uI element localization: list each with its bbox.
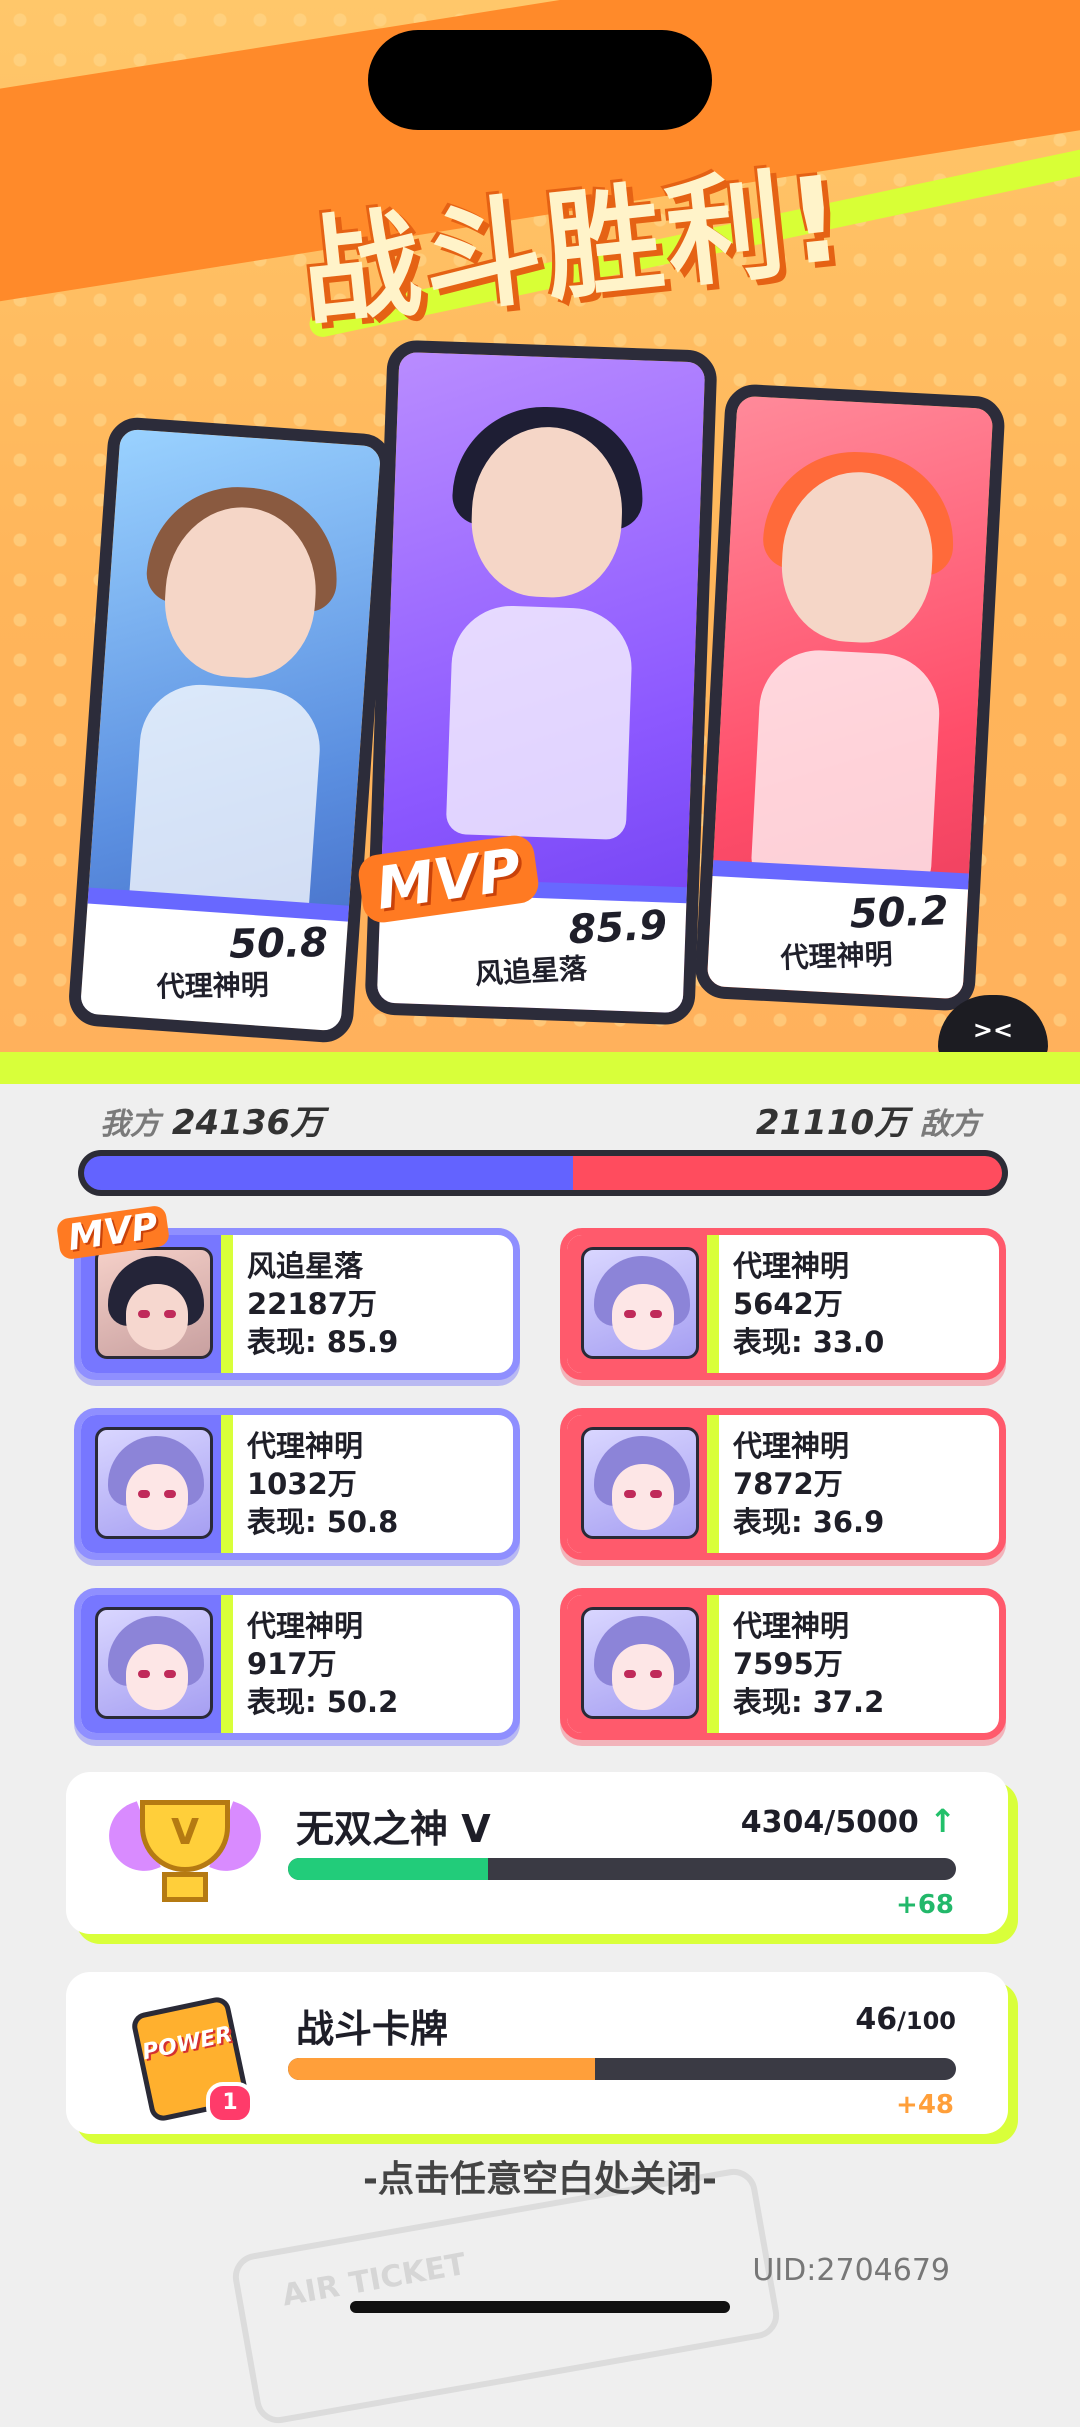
avatar xyxy=(95,1247,213,1359)
player-damage: 917万 xyxy=(247,1647,337,1681)
our-team-label: 我方 xyxy=(100,1107,160,1142)
avatar xyxy=(581,1247,699,1359)
ticket-watermark: AIR TICKET xyxy=(229,2165,783,2427)
our-team-total: 24136万 xyxy=(171,1103,325,1143)
card-icon-text: POWER xyxy=(140,2022,235,2066)
home-indicator[interactable] xyxy=(350,2301,730,2313)
our-score-fill xyxy=(84,1156,574,1190)
card-progress-current: 46 xyxy=(855,2002,898,2037)
card-increase: +48 xyxy=(896,2090,954,2120)
rank-progress-track xyxy=(288,1858,956,1880)
player-performance: 表现: 85.9 xyxy=(247,1325,399,1359)
player-card-ours[interactable]: 代理神明 917万 表现: 50.2 xyxy=(74,1588,520,1740)
player-name: 代理神明 xyxy=(733,1429,850,1463)
player-name: 代理神明 xyxy=(733,1249,850,1283)
rank-progress-panel[interactable]: V 无双之神 V 4304/5000 ↑ +68 xyxy=(66,1772,1008,1934)
hero-body xyxy=(127,680,324,923)
avatar xyxy=(95,1607,213,1719)
battle-card-panel[interactable]: POWER 1 战斗卡牌 46/100 +48 xyxy=(66,1972,1008,2134)
card-title: 战斗卡牌 xyxy=(296,2007,449,2051)
hero-card-center[interactable]: 85.9 风追星落 xyxy=(364,339,718,1026)
player-performance: 表现: 33.0 xyxy=(733,1325,885,1359)
victory-banner: 战斗胜利! 50.8 代理神明 85.9 风追星落 50.2 代理神明 MVP … xyxy=(0,0,1080,1065)
rank-increase: +68 xyxy=(896,1890,954,1920)
player-card-enemy[interactable]: 代理神明 7595万 表现: 37.2 xyxy=(560,1588,1006,1740)
rank-progress-text: 4304/5000 xyxy=(740,1805,919,1840)
player-performance: 表现: 37.2 xyxy=(733,1685,885,1719)
avatar xyxy=(581,1427,699,1539)
rank-progress-fill xyxy=(288,1858,489,1880)
camera-notch xyxy=(368,30,712,130)
hero-card-left[interactable]: 50.8 代理神明 xyxy=(67,415,394,1045)
player-name: 代理神明 xyxy=(733,1609,850,1643)
card-progress-total: /100 xyxy=(897,2007,956,2035)
player-name: 代理神明 xyxy=(247,1609,364,1643)
rank-title: 无双之神 V xyxy=(296,1807,491,1851)
player-performance: 表现: 36.9 xyxy=(733,1505,885,1539)
player-damage: 7872万 xyxy=(733,1467,843,1501)
player-performance: 表现: 50.2 xyxy=(247,1685,399,1719)
up-arrow-icon: ↑ xyxy=(929,1802,956,1840)
hero-score: 50.2 xyxy=(849,888,950,938)
hero-plate: 50.8 代理神明 xyxy=(79,901,349,1032)
card-progress-value: 46/100 xyxy=(855,2002,956,2037)
player-card-ours[interactable]: 代理神明 1032万 表现: 50.8 xyxy=(74,1408,520,1560)
player-name: 代理神明 xyxy=(247,1429,364,1463)
enemy-team-label: 敌方 xyxy=(920,1107,980,1142)
card-progress-fill xyxy=(288,2058,596,2080)
hero-score: 50.8 xyxy=(229,920,329,968)
card-progress-track xyxy=(288,2058,956,2080)
hero-name: 风追星落 xyxy=(474,951,588,991)
avatar xyxy=(95,1427,213,1539)
trophy-icon: V xyxy=(99,1786,271,1920)
card-count-badge: 1 xyxy=(206,2082,254,2124)
power-card-icon: POWER 1 xyxy=(110,1986,260,2124)
lime-divider xyxy=(0,1052,1080,1084)
player-card-ours[interactable]: 风追星落 22187万 表现: 85.9 xyxy=(74,1228,520,1380)
player-damage: 7595万 xyxy=(733,1647,843,1681)
player-damage: 22187万 xyxy=(247,1287,377,1321)
hero-card-right[interactable]: 50.2 代理神明 xyxy=(694,383,1006,1012)
player-performance: 表现: 50.8 xyxy=(247,1505,399,1539)
rank-progress-value: 4304/5000 ↑ xyxy=(741,1802,956,1840)
close-hint[interactable]: -点击任意空白处关闭- xyxy=(0,2150,1080,2202)
player-damage: 5642万 xyxy=(733,1287,843,1321)
player-card-enemy[interactable]: 代理神明 5642万 表现: 33.0 xyxy=(560,1228,1006,1380)
enemy-team-total: 21110万 xyxy=(755,1103,909,1143)
player-card-enemy[interactable]: 代理神明 7872万 表现: 36.9 xyxy=(560,1408,1006,1560)
enemy-score-fill xyxy=(573,1156,1002,1190)
our-team-score: 我方 24136万 xyxy=(100,1095,324,1144)
team-score-bar xyxy=(78,1150,1008,1196)
avatar xyxy=(581,1607,699,1719)
hero-body xyxy=(445,603,634,841)
hero-name: 代理神明 xyxy=(780,937,894,975)
enemy-team-score: 21110万 敌方 xyxy=(756,1095,980,1144)
player-name: 风追星落 xyxy=(247,1249,364,1283)
hero-body xyxy=(750,647,943,887)
hero-name: 代理神明 xyxy=(156,968,270,1004)
user-id: UID:2704679 xyxy=(752,2253,950,2288)
player-damage: 1032万 xyxy=(247,1467,357,1501)
trophy-letter: V xyxy=(171,1812,199,1853)
hero-plate: 50.2 代理神明 xyxy=(706,874,969,1000)
